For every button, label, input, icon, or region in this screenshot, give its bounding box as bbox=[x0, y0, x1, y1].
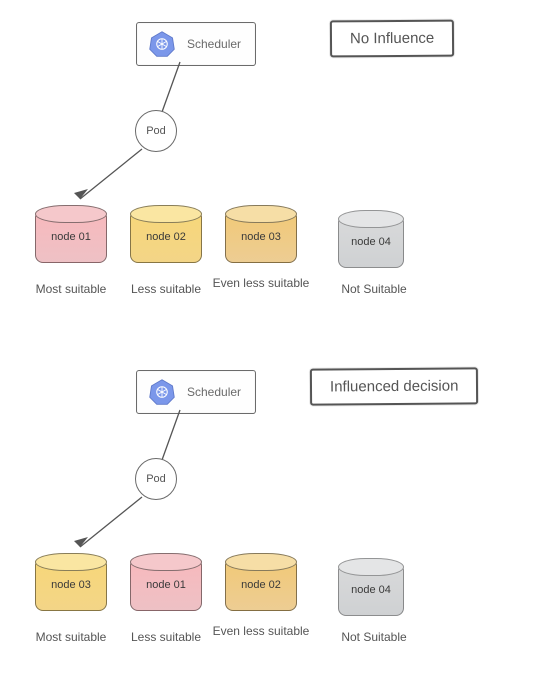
arrow-pod-to-node bbox=[70, 493, 150, 557]
diagram-no-influence: Scheduler No Influence Pod node 01 node … bbox=[0, 0, 548, 340]
kubernetes-icon bbox=[147, 377, 177, 407]
scheduler-label: Scheduler bbox=[187, 37, 241, 51]
node-caption: Most suitable bbox=[21, 283, 121, 297]
node-2: node 01 bbox=[130, 553, 202, 611]
node-label: node 01 bbox=[130, 553, 202, 611]
node-caption: Not Suitable bbox=[324, 283, 424, 297]
node-label: node 02 bbox=[225, 553, 297, 611]
node-1: node 03 bbox=[35, 553, 107, 611]
node-cylinder: node 03 bbox=[225, 205, 297, 263]
node-caption: Even less suitable bbox=[211, 277, 311, 291]
node-label: node 03 bbox=[35, 553, 107, 611]
diagram-influenced-decision: Scheduler Influenced decision Pod node 0… bbox=[0, 348, 548, 688]
node-caption: Not Suitable bbox=[324, 631, 424, 645]
node-cylinder: node 02 bbox=[225, 553, 297, 611]
node-caption: Even less suitable bbox=[211, 625, 311, 639]
node-label: node 04 bbox=[338, 210, 404, 268]
node-caption: Less suitable bbox=[116, 283, 216, 297]
node-4: node 04 bbox=[338, 558, 410, 616]
node-caption: Most suitable bbox=[21, 631, 121, 645]
diagram-title: No Influence bbox=[330, 20, 454, 58]
node-cylinder: node 01 bbox=[35, 205, 107, 263]
node-caption: Less suitable bbox=[116, 631, 216, 645]
arrow-pod-to-node bbox=[70, 145, 150, 209]
scheduler-label: Scheduler bbox=[187, 385, 241, 399]
node-3: node 03 bbox=[225, 205, 297, 263]
node-cylinder: node 04 bbox=[338, 558, 404, 616]
diagram-title: Influenced decision bbox=[310, 367, 479, 405]
node-label: node 01 bbox=[35, 205, 107, 263]
node-label: node 03 bbox=[225, 205, 297, 263]
node-4: node 04 bbox=[338, 210, 410, 268]
node-cylinder: node 03 bbox=[35, 553, 107, 611]
node-3: node 02 bbox=[225, 553, 297, 611]
node-2: node 02 bbox=[130, 205, 202, 263]
node-label: node 04 bbox=[338, 558, 404, 616]
node-label: node 02 bbox=[130, 205, 202, 263]
node-cylinder: node 02 bbox=[130, 205, 202, 263]
diagram-canvas: Scheduler No Influence Pod node 01 node … bbox=[0, 0, 548, 685]
kubernetes-icon bbox=[147, 29, 177, 59]
node-1: node 01 bbox=[35, 205, 107, 263]
node-cylinder: node 01 bbox=[130, 553, 202, 611]
node-cylinder: node 04 bbox=[338, 210, 404, 268]
